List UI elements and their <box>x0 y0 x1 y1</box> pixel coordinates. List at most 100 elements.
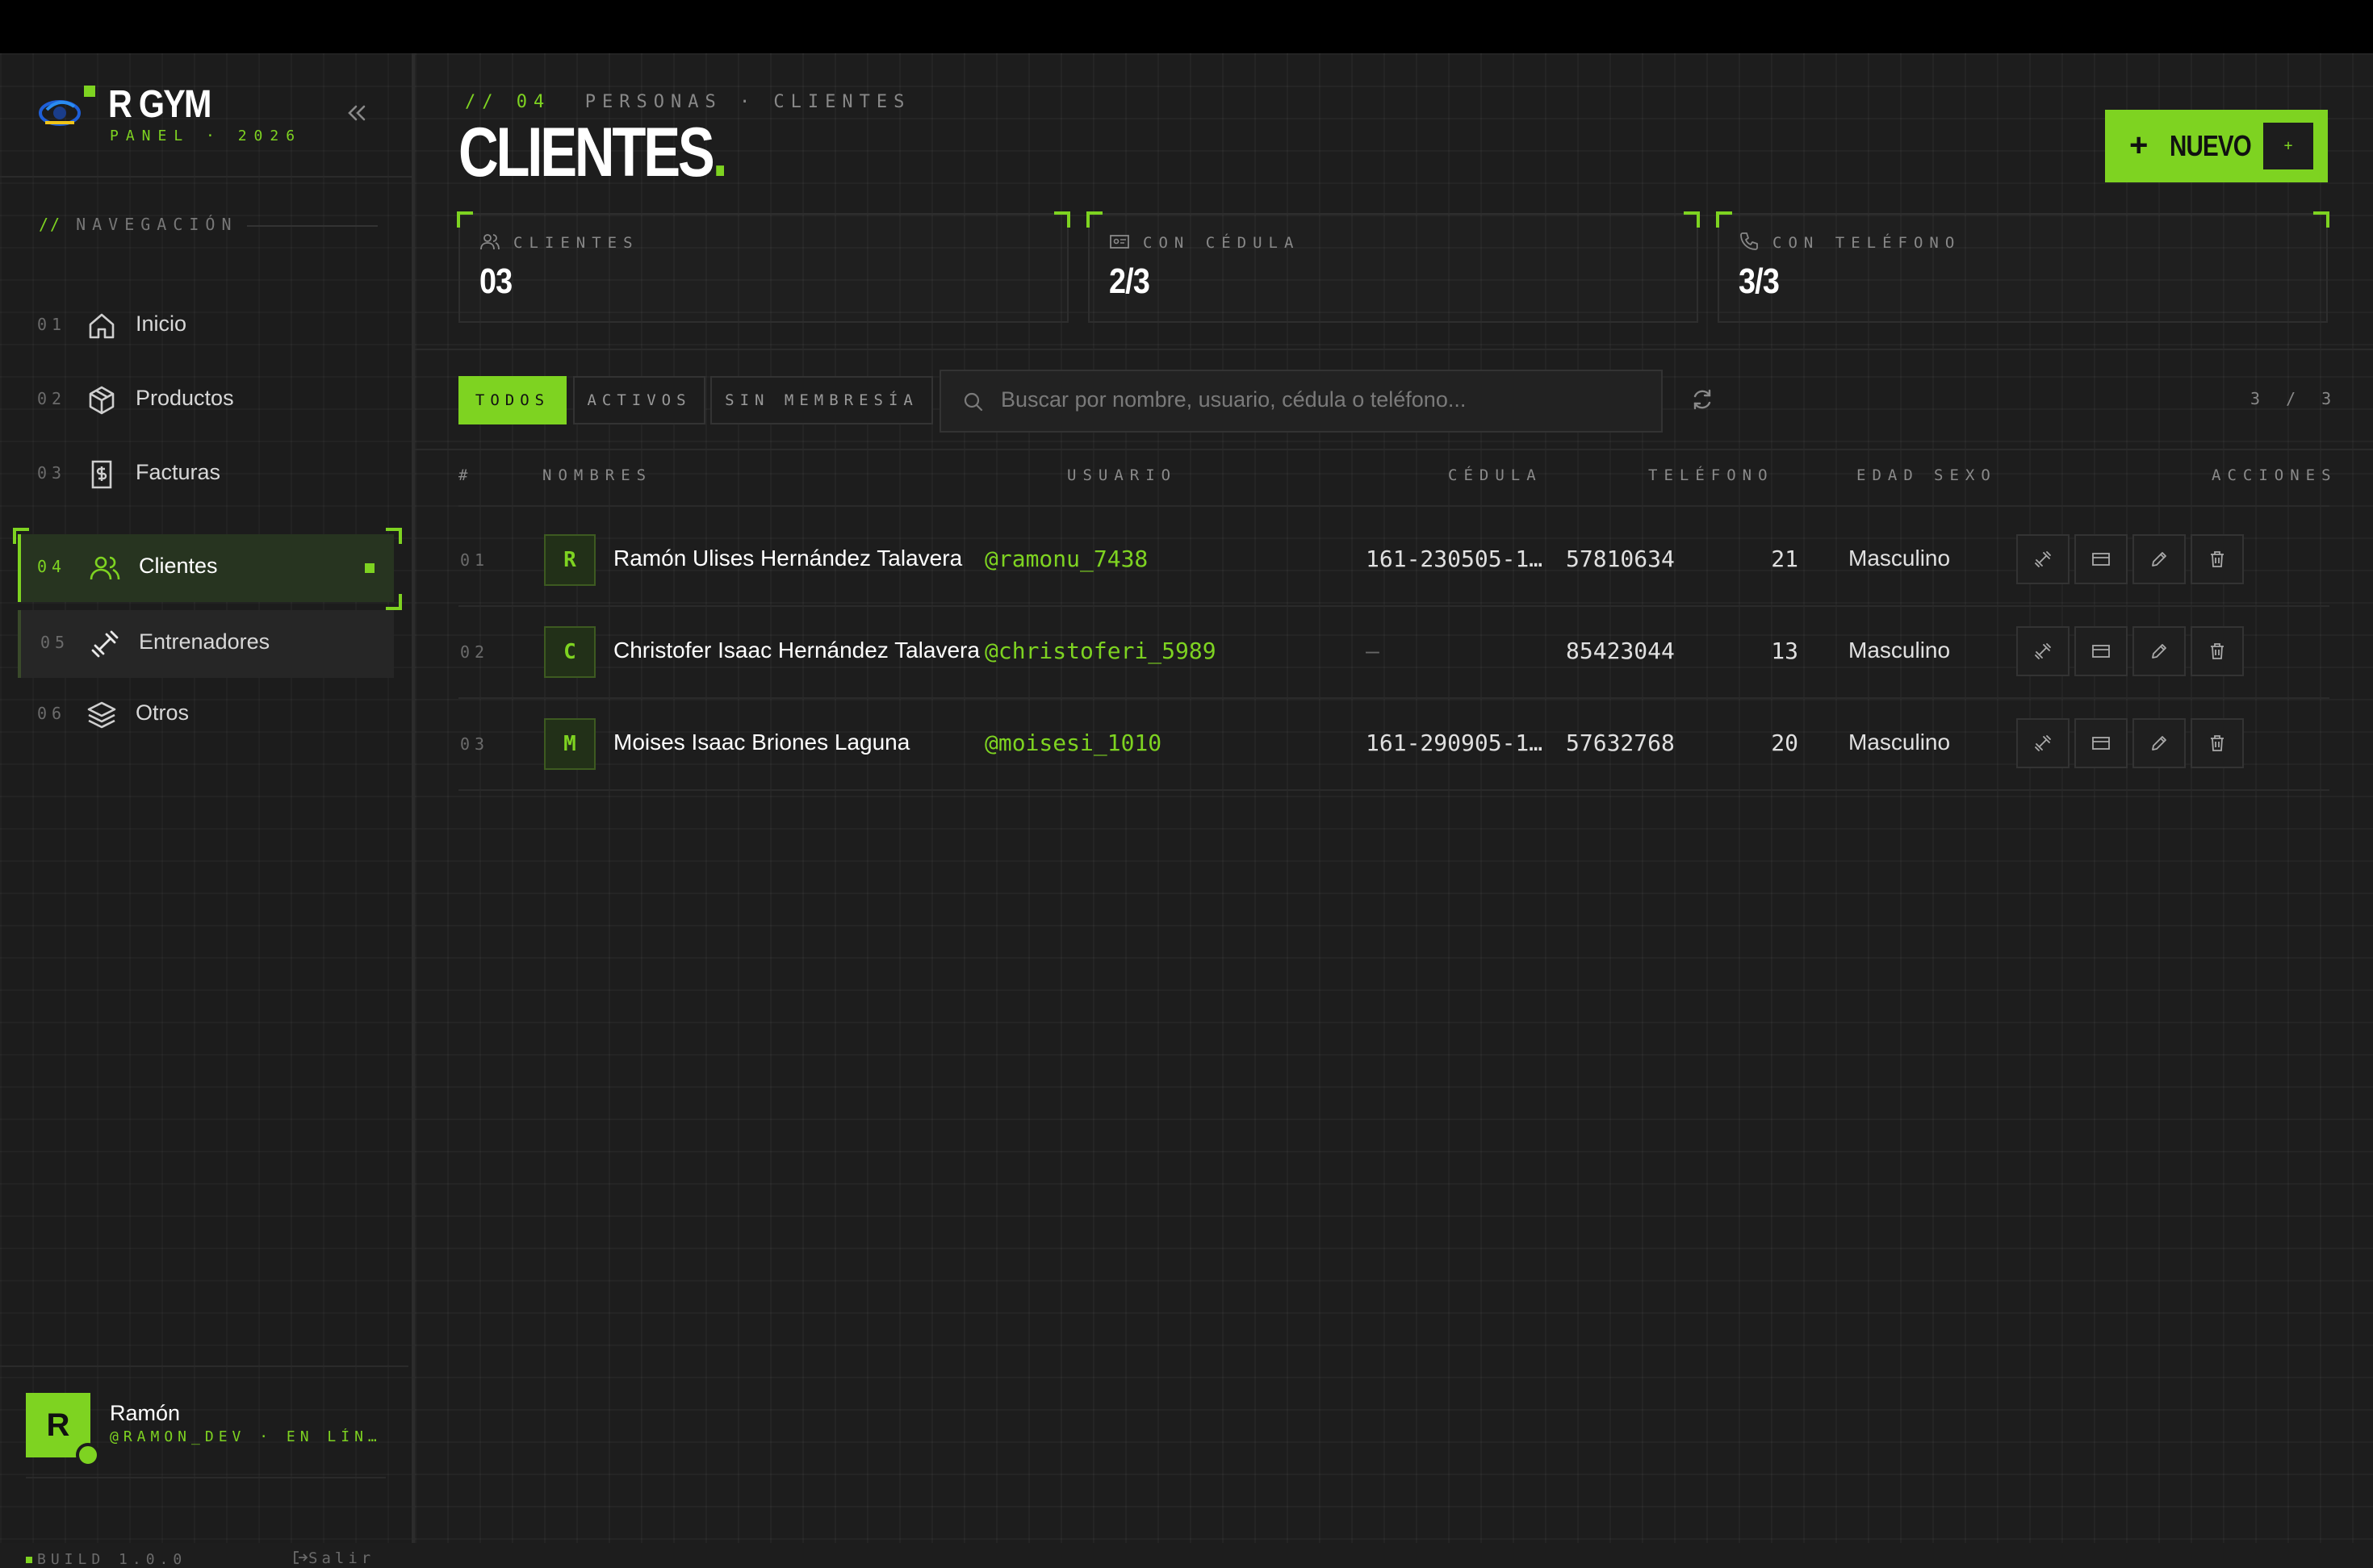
stat-label: CON TELÉFONO <box>1772 234 1961 252</box>
edit-button[interactable] <box>2132 718 2186 768</box>
active-corner-tr <box>386 528 402 544</box>
delete-button[interactable] <box>2191 534 2244 584</box>
sidebar-item-otros[interactable]: 06 Otros <box>18 681 391 749</box>
card-corner <box>457 211 473 228</box>
id-card-icon <box>1110 235 1129 249</box>
dumbbell-icon <box>2035 735 2051 751</box>
membership-card-button[interactable] <box>2074 626 2128 676</box>
active-indicator <box>365 563 375 573</box>
chevrons-left-icon <box>348 105 366 121</box>
delete-button[interactable] <box>2191 718 2244 768</box>
table-top-divider <box>415 449 2373 450</box>
row-cedula: 161-290905-1… <box>1366 730 1543 756</box>
filter-sin-membresia[interactable]: SIN MEMBRESÍA <box>710 376 933 424</box>
assign-trainer-button[interactable] <box>2016 626 2070 676</box>
breadcrumb-index: // 04 <box>465 92 551 112</box>
brand-logo <box>39 86 95 140</box>
stat-value: 2/3 <box>1109 261 1150 301</box>
card-corner <box>1716 211 1732 228</box>
edit-button[interactable] <box>2132 534 2186 584</box>
refresh-button[interactable] <box>1689 386 1716 413</box>
row-index: 02 <box>460 642 490 662</box>
row-index: 01 <box>460 550 490 570</box>
build-text: BUILD 1.0.0 <box>37 1551 187 1568</box>
sidebar-item-productos[interactable]: 02 Productos <box>18 366 391 434</box>
col-header-cedula: CÉDULA <box>1448 466 1542 484</box>
nav-title-rule <box>247 225 378 227</box>
search-icon <box>964 392 983 412</box>
sidebar-item-clientes[interactable]: 04 Clientes <box>18 534 394 602</box>
pencil-icon <box>2152 552 2166 567</box>
stat-value: 3/3 <box>1739 261 1780 301</box>
col-header-sexo: SEXO <box>1934 466 1997 484</box>
col-header-index: # <box>458 466 475 484</box>
row-edad: 20 <box>1771 730 1798 756</box>
table-row[interactable]: 01 R Ramón Ulises Hernández Talavera @ra… <box>458 515 2329 605</box>
stat-value: 03 <box>479 261 513 301</box>
user-handle: @RAMON_DEV · EN LÍN… <box>110 1428 376 1445</box>
new-client-button[interactable]: + NUEVO + <box>2105 110 2328 182</box>
nav-item-number: 06 <box>37 704 67 723</box>
col-header-usuario: USUARIO <box>1067 466 1178 484</box>
col-header-telefono: TELÉFONO <box>1648 466 1774 484</box>
collapse-sidebar-button[interactable] <box>342 98 371 128</box>
row-telefono: 85423044 <box>1566 638 1675 664</box>
nav-item-label: Inicio <box>136 312 187 336</box>
stat-card-con-cedula: CON CÉDULA 2/3 <box>1086 211 1700 323</box>
sidebar-item-inicio[interactable]: 01 Inicio <box>18 292 391 360</box>
row-sexo: Masculino <box>1848 546 1951 571</box>
nav-item-label: Clientes <box>139 554 218 578</box>
search-input[interactable]: Buscar por nombre, usuario, cédula o tel… <box>1001 387 1466 412</box>
row-username: @christoferi_5989 <box>985 638 1216 664</box>
card-corner <box>1086 211 1103 228</box>
filter-activos[interactable]: ACTIVOS <box>573 376 705 424</box>
row-avatar: C <box>544 626 596 678</box>
phone-icon <box>1740 232 1758 250</box>
membership-card-button[interactable] <box>2074 534 2128 584</box>
row-divider <box>458 789 2329 791</box>
users-icon <box>90 556 120 580</box>
table-row[interactable]: 02 C Christofer Isaac Hernández Talavera… <box>458 607 2329 697</box>
search-box[interactable]: Buscar por nombre, usuario, cédula o tel… <box>940 370 1663 433</box>
sidebar-item-entrenadores[interactable]: 05 Entrenadores <box>18 610 394 678</box>
nav-title-prefix: // <box>39 215 62 234</box>
logout-button[interactable]: Salir <box>292 1549 375 1567</box>
row-edad: 13 <box>1771 638 1798 664</box>
row-edad: 21 <box>1771 546 1798 572</box>
assign-trainer-button[interactable] <box>2016 718 2070 768</box>
breadcrumb: // 04 PERSONAS · CLIENTES <box>465 92 910 112</box>
main-content: // 04 PERSONAS · CLIENTES CLIENTES. + NU… <box>415 53 2373 1543</box>
brand-title: R GYM <box>108 83 211 126</box>
box-icon <box>89 386 115 415</box>
build-indicator <box>26 1557 32 1563</box>
logout-label: Salir <box>308 1549 375 1567</box>
stat-card-clientes: CLIENTES 03 <box>457 211 1070 323</box>
user-name: Ramón <box>110 1401 181 1425</box>
row-index: 03 <box>460 734 490 754</box>
row-username: @moisesi_1010 <box>985 730 1162 756</box>
sidebar-item-facturas[interactable]: 03 Facturas <box>18 441 391 508</box>
membership-card-button[interactable] <box>2074 718 2128 768</box>
brand-subtitle: PANEL · 2026 <box>110 128 303 144</box>
stat-card-con-telefono: CON TELÉFONO 3/3 <box>1716 211 2329 323</box>
table-row[interactable]: 03 M Moises Isaac Briones Laguna @moises… <box>458 699 2329 789</box>
filter-todos[interactable]: TODOS <box>458 376 567 424</box>
refresh-icon <box>1693 389 1711 410</box>
result-count: 3 / 3 <box>2250 389 2340 408</box>
window-top-bar <box>0 0 2373 53</box>
card-icon <box>2092 553 2110 566</box>
row-name: Moises Isaac Briones Laguna <box>613 730 910 755</box>
dumbbell-icon <box>2035 643 2051 659</box>
page-title-text: CLIENTES <box>458 114 715 191</box>
delete-button[interactable] <box>2191 626 2244 676</box>
assign-trainer-button[interactable] <box>2016 534 2070 584</box>
active-corner-tl <box>13 528 29 544</box>
row-telefono: 57810634 <box>1566 546 1675 572</box>
nav-item-label: Entrenadores <box>139 629 270 654</box>
active-corner-br <box>386 594 402 610</box>
edit-button[interactable] <box>2132 626 2186 676</box>
nav-item-number: 01 <box>37 315 67 334</box>
row-telefono: 57632768 <box>1566 730 1675 756</box>
card-corner <box>2313 211 2329 228</box>
nav-item-number: 04 <box>37 557 67 576</box>
